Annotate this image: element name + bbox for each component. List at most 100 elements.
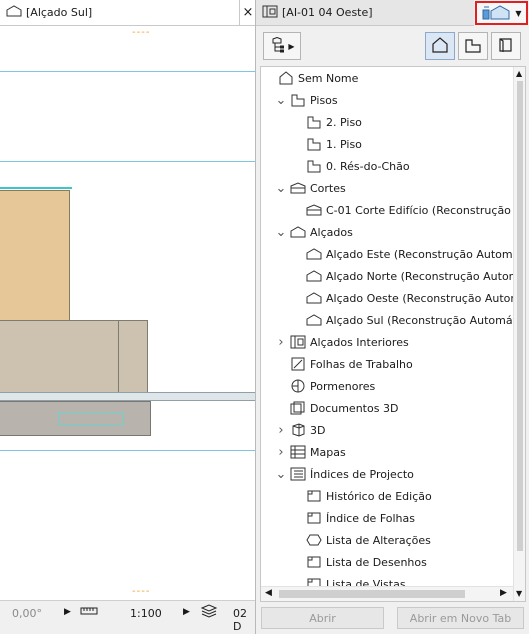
project-map-view-button[interactable] bbox=[425, 32, 455, 60]
change-list-icon bbox=[306, 533, 322, 547]
chevron-right-icon[interactable]: › bbox=[275, 335, 287, 350]
level-line bbox=[0, 161, 255, 162]
tree-item[interactable]: › Alçados Interiores bbox=[261, 331, 408, 353]
vertical-scrollbar[interactable]: ▲ ▼ bbox=[513, 67, 525, 601]
tree-item[interactable]: ⌄ Índices de Projecto bbox=[261, 463, 414, 485]
tree-item-label: Lista de Alterações bbox=[326, 533, 431, 547]
tree-item[interactable]: 1. Piso bbox=[261, 133, 362, 155]
tree-item-label: Índices de Projecto bbox=[310, 467, 414, 481]
index-item-icon bbox=[306, 489, 322, 503]
tree-item[interactable]: C-01 Corte Edifício (Reconstrução A bbox=[261, 199, 522, 221]
tree-item-label: 1. Piso bbox=[326, 137, 362, 151]
status-bar: 0,00° ▶ 1:100 ▶ 02 D bbox=[0, 600, 255, 634]
building-volume-lower bbox=[0, 320, 148, 393]
tree-item[interactable]: ⌄ Alçados bbox=[261, 221, 353, 243]
scrollbar-thumb[interactable] bbox=[517, 81, 523, 551]
interior-elevation-icon bbox=[262, 5, 278, 21]
elevation-icon bbox=[306, 291, 322, 305]
close-tab-button[interactable]: × bbox=[241, 0, 255, 25]
tree-item-label: Pormenores bbox=[310, 379, 376, 393]
tree-item[interactable]: Pormenores bbox=[261, 375, 375, 397]
chevron-right-icon[interactable]: › bbox=[275, 423, 287, 438]
ground-slab bbox=[0, 392, 255, 401]
floor-plan-icon bbox=[464, 37, 482, 56]
chevron-down-icon[interactable]: ⌄ bbox=[275, 181, 287, 196]
tree-item[interactable]: › 3D bbox=[261, 419, 325, 441]
tree-item[interactable]: Lista de Alterações bbox=[261, 529, 431, 551]
tree-item[interactable]: Alçado Sul (Reconstrução Automáti bbox=[261, 309, 520, 331]
detail-icon bbox=[290, 379, 306, 393]
tree-item[interactable]: Sem Nome bbox=[261, 67, 358, 89]
chevron-right-icon[interactable]: › bbox=[275, 445, 287, 460]
organizer-icon bbox=[481, 4, 511, 23]
level-line bbox=[0, 71, 255, 72]
chevron-down-icon: ▼ bbox=[515, 8, 522, 18]
tree-item[interactable]: Índice de Folhas bbox=[261, 507, 415, 529]
scroll-left-icon[interactable]: ◀ bbox=[265, 588, 272, 598]
chevron-down-icon[interactable]: ⌄ bbox=[275, 225, 287, 240]
level-line bbox=[0, 450, 255, 451]
marker-bottom: ---- bbox=[132, 586, 151, 597]
scroll-down-icon[interactable]: ▼ bbox=[516, 589, 522, 598]
view-map-button[interactable] bbox=[458, 32, 488, 60]
tree-item[interactable]: Histórico de Edição bbox=[261, 485, 432, 507]
schedule-icon bbox=[290, 445, 306, 459]
tree-item-label: C-01 Corte Edifício (Reconstrução A bbox=[326, 203, 522, 217]
hierarchy-icon bbox=[269, 36, 285, 56]
tree-item-label: Histórico de Edição bbox=[326, 489, 432, 503]
layer-combination[interactable]: 02 D bbox=[233, 607, 255, 633]
layout-book-button[interactable] bbox=[491, 32, 521, 60]
chevron-down-icon[interactable]: ⌄ bbox=[275, 93, 287, 108]
tree-item-label: Alçados bbox=[310, 225, 353, 239]
arrow-right-icon: ▶ bbox=[288, 41, 295, 51]
navigator-pane: [AI-01 04 Oeste] ▼ ▶ Sem Nome ⌄ Pisos 2.… bbox=[255, 0, 529, 634]
section-icon bbox=[290, 181, 306, 195]
tree-item-label: Sem Nome bbox=[298, 71, 359, 85]
drawing-pane[interactable]: [Alçado Sul] × ---- ---- 0,00° ▶ 1:100 ▶… bbox=[0, 0, 255, 634]
marker-top: ---- bbox=[132, 27, 151, 38]
tree-item-label: Documentos 3D bbox=[310, 401, 399, 415]
tab-ai-01-04-oeste[interactable]: [AI-01 04 Oeste] bbox=[256, 0, 474, 26]
tab-alcado-sul[interactable]: [Alçado Sul] bbox=[0, 0, 240, 25]
interior-elevation-icon bbox=[290, 335, 306, 349]
story-icon bbox=[306, 137, 322, 151]
elevation-icon bbox=[306, 247, 322, 261]
ruler-icon[interactable] bbox=[80, 605, 98, 620]
tree-item-label: Lista de Desenhos bbox=[326, 555, 427, 569]
tree-item[interactable]: Lista de Desenhos bbox=[261, 551, 427, 573]
tree-item[interactable]: 0. Rés-do-Chão bbox=[261, 155, 410, 177]
tree-item-label: 0. Rés-do-Chão bbox=[326, 159, 410, 173]
arrow-right-icon[interactable]: ▶ bbox=[183, 607, 190, 617]
tree-item[interactable]: Folhas de Trabalho bbox=[261, 353, 413, 375]
tree-item[interactable]: Alçado Este (Reconstrução Automá bbox=[261, 243, 519, 265]
tree-item[interactable]: › Mapas bbox=[261, 441, 345, 463]
navigator-toolbar: ▶ bbox=[256, 26, 529, 66]
scrollbar-thumb[interactable] bbox=[279, 590, 465, 598]
open-new-tab-button[interactable]: Abrir em Novo Tab bbox=[397, 607, 524, 629]
tree-item[interactable]: 2. Piso bbox=[261, 111, 362, 133]
project-map-menu-button[interactable]: ▶ bbox=[263, 32, 301, 60]
layers-icon[interactable] bbox=[200, 604, 218, 621]
wall-line bbox=[118, 320, 119, 393]
project-map-tree[interactable]: Sem Nome ⌄ Pisos 2. Piso 1. Piso 0. Rés-do-Ch… bbox=[260, 66, 526, 602]
scroll-up-icon[interactable]: ▲ bbox=[516, 69, 522, 78]
tree-item[interactable]: Documentos 3D bbox=[261, 397, 398, 419]
tree-item-label: Pisos bbox=[310, 93, 338, 107]
scale-readout[interactable]: 1:100 bbox=[130, 607, 162, 620]
building-volume-upper bbox=[0, 190, 70, 320]
tree-item[interactable]: ⌄ Pisos bbox=[261, 89, 338, 111]
tree-item[interactable]: Alçado Norte (Reconstrução Autom bbox=[261, 265, 519, 287]
chevron-down-icon[interactable]: ⌄ bbox=[275, 467, 287, 482]
worksheet-icon bbox=[290, 357, 306, 371]
arrow-right-icon[interactable]: ▶ bbox=[64, 607, 71, 617]
floor-plan-icon bbox=[290, 93, 306, 107]
navigator-view-switch-button[interactable]: ▼ bbox=[475, 1, 528, 25]
horizontal-scrollbar[interactable]: ◀ ▶ bbox=[261, 586, 513, 601]
elevation-icon bbox=[290, 225, 306, 239]
open-button[interactable]: Abrir bbox=[261, 607, 384, 629]
tree-item[interactable]: ⌄ Cortes bbox=[261, 177, 346, 199]
tree-item-label: Alçado Este (Reconstrução Automá bbox=[326, 247, 520, 261]
tree-item[interactable]: Alçado Oeste (Reconstrução Autom bbox=[261, 287, 521, 309]
house-icon bbox=[278, 71, 294, 85]
scroll-right-icon[interactable]: ▶ bbox=[500, 588, 507, 598]
